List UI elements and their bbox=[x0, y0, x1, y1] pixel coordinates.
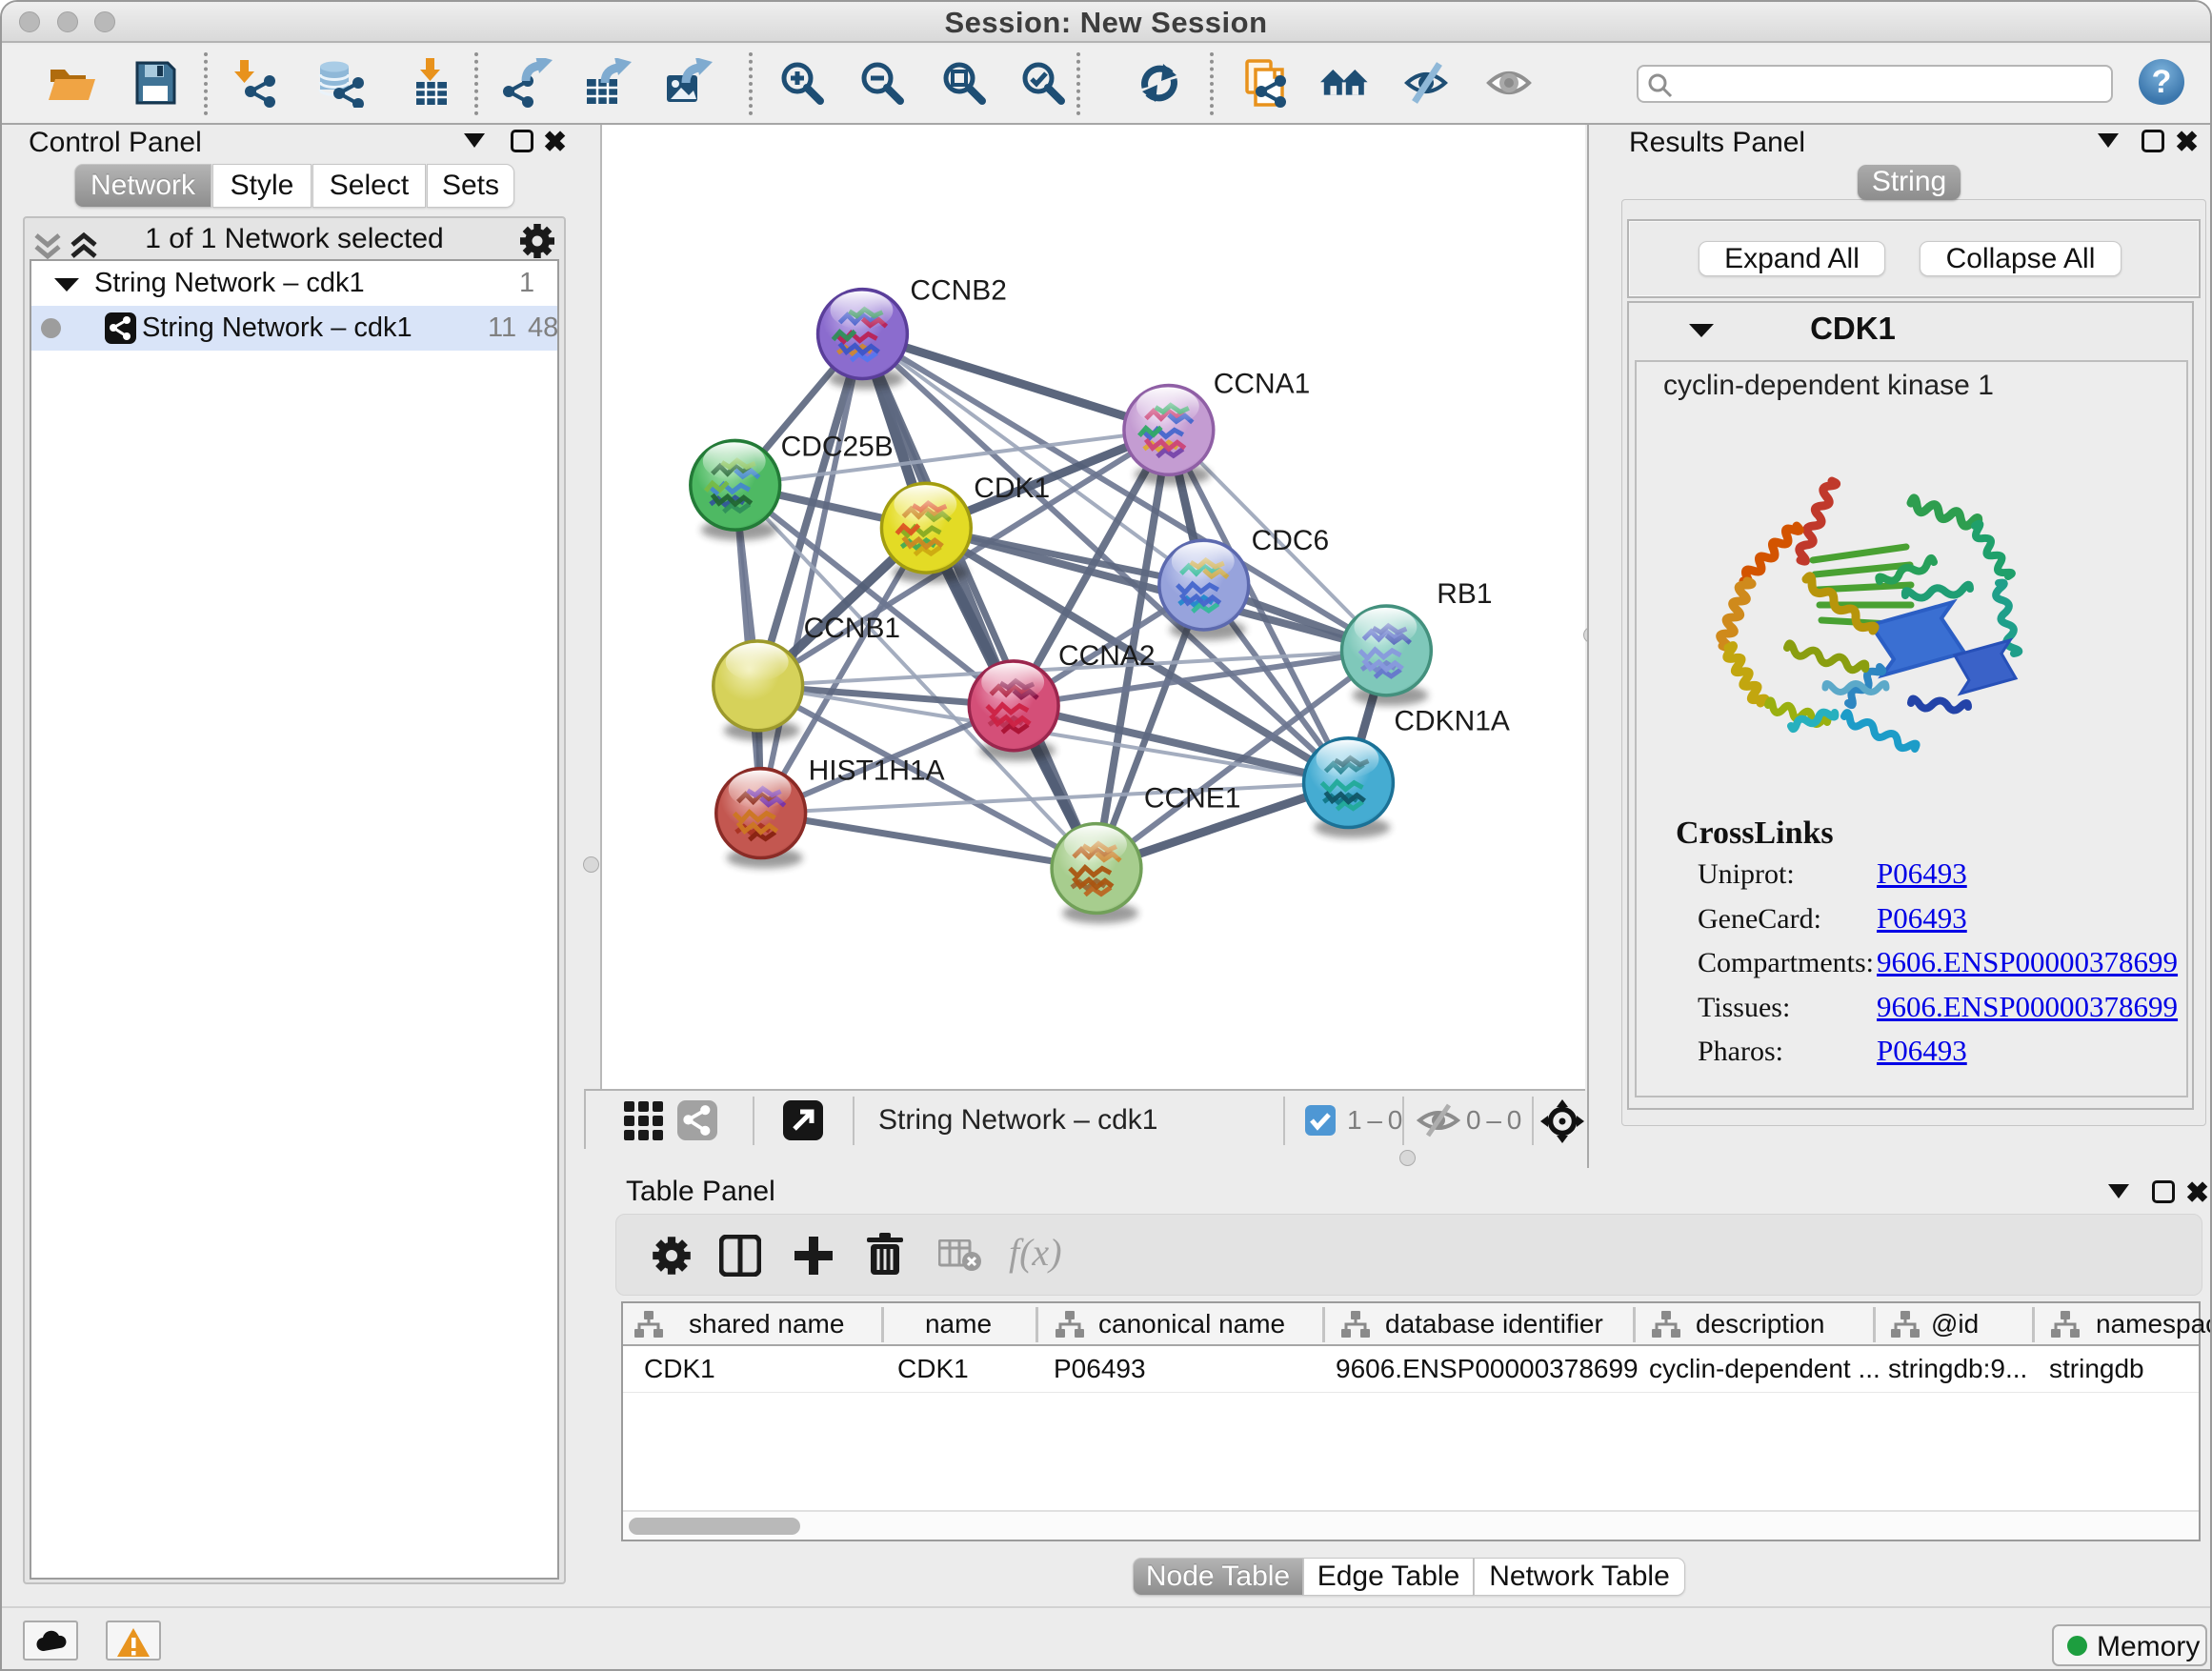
svg-text:CDC25B: CDC25B bbox=[781, 431, 894, 462]
svg-text:CDKN1A: CDKN1A bbox=[1394, 706, 1509, 737]
svg-text:CDC6: CDC6 bbox=[1252, 525, 1330, 556]
svg-text:RB1: RB1 bbox=[1437, 578, 1492, 610]
svg-text:CCNE1: CCNE1 bbox=[1144, 783, 1240, 815]
svg-text:CCNA2: CCNA2 bbox=[1058, 640, 1155, 672]
svg-text:HIST1H1A: HIST1H1A bbox=[809, 755, 945, 787]
svg-text:CDK1: CDK1 bbox=[974, 473, 1050, 504]
svg-text:CCNB1: CCNB1 bbox=[804, 613, 900, 644]
svg-text:CCNB2: CCNB2 bbox=[910, 275, 1006, 307]
svg-text:CCNA1: CCNA1 bbox=[1214, 368, 1310, 399]
